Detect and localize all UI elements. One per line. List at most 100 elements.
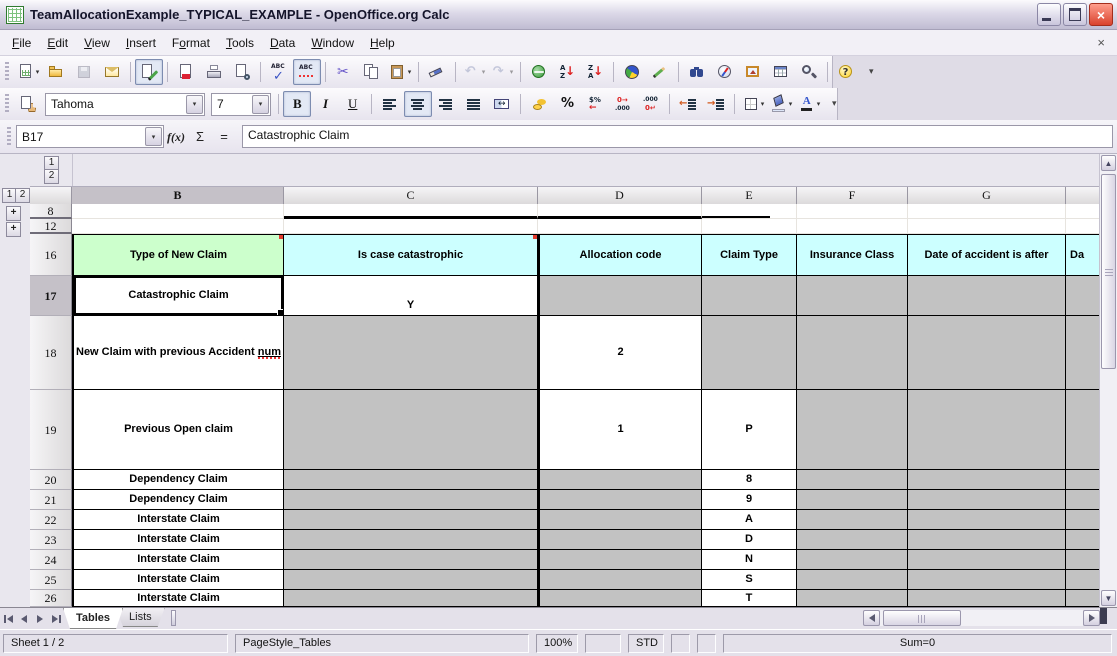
scroll-right-button[interactable] [1083, 610, 1100, 626]
cell-B23[interactable]: Interstate Claim [72, 530, 284, 550]
cell-C22[interactable] [284, 510, 538, 530]
add-decimal-button[interactable] [609, 91, 637, 117]
underline-button[interactable] [339, 91, 367, 117]
cell-F17[interactable] [797, 276, 908, 316]
cell-H20[interactable] [1066, 470, 1100, 490]
sort-ascending-button[interactable] [553, 59, 581, 85]
cell-E25[interactable]: S [702, 570, 797, 590]
cell-H26[interactable] [1066, 590, 1100, 607]
cell-B22[interactable]: Interstate Claim [72, 510, 284, 530]
bold-button[interactable] [283, 91, 311, 117]
row-header-17[interactable]: 17 [30, 276, 72, 316]
horizontal-scrollbar-track[interactable] [880, 610, 1083, 626]
row-header-19[interactable]: 19 [30, 390, 72, 470]
select-all-corner[interactable] [30, 187, 72, 205]
new-button[interactable]: ▾ [14, 59, 42, 85]
first-sheet-button[interactable] [0, 610, 16, 627]
cell-E26[interactable]: T [702, 590, 797, 607]
find-replace-button[interactable] [683, 59, 711, 85]
cell-H16[interactable]: Da [1066, 234, 1100, 276]
cell-B24[interactable]: Interstate Claim [72, 550, 284, 570]
navigator-button[interactable] [711, 59, 739, 85]
row-header-26[interactable]: 26 [30, 590, 72, 607]
cell-D8[interactable] [538, 204, 702, 219]
font-size-combo[interactable]: 7▾ [211, 93, 271, 116]
tab-area-splitter[interactable] [171, 610, 176, 626]
toolbar-more-button[interactable] [823, 91, 851, 117]
cell-E18[interactable] [702, 316, 797, 390]
save-button[interactable] [70, 59, 98, 85]
cell-G21[interactable] [908, 490, 1066, 510]
cell-E22[interactable]: A [702, 510, 797, 530]
justify-button[interactable] [460, 91, 488, 117]
cell-G20[interactable] [908, 470, 1066, 490]
cell-F22[interactable] [797, 510, 908, 530]
cell-G16[interactable]: Date of accident is after [908, 234, 1066, 276]
outline-expand-button[interactable]: + [6, 222, 21, 237]
cut-button[interactable] [330, 59, 358, 85]
insert-chart-button[interactable] [618, 59, 646, 85]
help-button[interactable] [832, 59, 860, 85]
toolbar-more-button[interactable] [860, 59, 888, 85]
cell-D26[interactable] [538, 590, 702, 607]
show-draw-functions-button[interactable] [646, 59, 674, 85]
hyperlink-button[interactable] [525, 59, 553, 85]
print-button[interactable] [200, 59, 228, 85]
sheet-tab-lists[interactable]: Lists [116, 608, 165, 627]
decrease-indent-button[interactable] [674, 91, 702, 117]
next-sheet-button[interactable] [32, 610, 48, 627]
scroll-down-button[interactable]: ▼ [1101, 590, 1116, 606]
formula-button[interactable]: = [212, 126, 236, 148]
close-document-button[interactable]: × [1089, 35, 1113, 50]
cell-D21[interactable] [538, 490, 702, 510]
copy-button[interactable] [358, 59, 386, 85]
cell-F24[interactable] [797, 550, 908, 570]
cell-H25[interactable] [1066, 570, 1100, 590]
cell-G19[interactable] [908, 390, 1066, 470]
cell-B21[interactable]: Dependency Claim [72, 490, 284, 510]
cell-G18[interactable] [908, 316, 1066, 390]
combo-dropdown-icon[interactable]: ▾ [186, 95, 203, 114]
toolbar-grip[interactable] [5, 62, 9, 82]
horizontal-scrollbar-thumb[interactable] [883, 610, 961, 626]
formula-input[interactable]: Catastrophic Claim [242, 125, 1113, 148]
cell-G12[interactable] [908, 219, 1066, 234]
row-header-12[interactable]: 12 [30, 219, 72, 234]
cell-C12[interactable] [284, 219, 538, 234]
vertical-sc rollbar-thumb[interactable] [1101, 174, 1116, 369]
cell-E20[interactable]: 8 [702, 470, 797, 490]
cell-D18[interactable]: 2 [538, 316, 702, 390]
row-header-8[interactable]: 8 [30, 204, 72, 219]
row-header-18[interactable]: 18 [30, 316, 72, 390]
cell-D23[interactable] [538, 530, 702, 550]
cell-H18[interactable] [1066, 316, 1100, 390]
paste-button[interactable]: ▾ [386, 59, 414, 85]
name-box-dropdown-icon[interactable]: ▾ [145, 127, 162, 146]
cell-B16[interactable]: Type of New Claim [72, 234, 284, 276]
column-header-F[interactable]: F [797, 187, 908, 205]
cell-F16[interactable]: Insurance Class [797, 234, 908, 276]
cell-B20[interactable]: Dependency Claim [72, 470, 284, 490]
cell-D25[interactable] [538, 570, 702, 590]
cell-F20[interactable] [797, 470, 908, 490]
cell-H8[interactable] [1066, 204, 1100, 219]
cell-C18[interactable] [284, 316, 538, 390]
name-box[interactable]: B17 ▾ [16, 125, 164, 148]
align-right-button[interactable] [432, 91, 460, 117]
cell-F25[interactable] [797, 570, 908, 590]
cell-C23[interactable] [284, 530, 538, 550]
menu-window[interactable]: Window [303, 33, 362, 53]
horizontal-scrollbar[interactable] [863, 609, 1100, 626]
cell-E24[interactable]: N [702, 550, 797, 570]
cell-D22[interactable] [538, 510, 702, 530]
outline-expand-button[interactable]: + [6, 206, 21, 221]
cell-G17[interactable] [908, 276, 1066, 316]
menu-help[interactable]: Help [362, 33, 403, 53]
undo-button[interactable]: ▾ [460, 59, 488, 85]
styles-button[interactable] [14, 91, 42, 117]
cell-F12[interactable] [797, 219, 908, 234]
cell-E8[interactable] [702, 204, 797, 219]
column-header-G[interactable]: G [908, 187, 1066, 205]
cell-E19[interactable]: P [702, 390, 797, 470]
align-center-button[interactable] [404, 91, 432, 117]
